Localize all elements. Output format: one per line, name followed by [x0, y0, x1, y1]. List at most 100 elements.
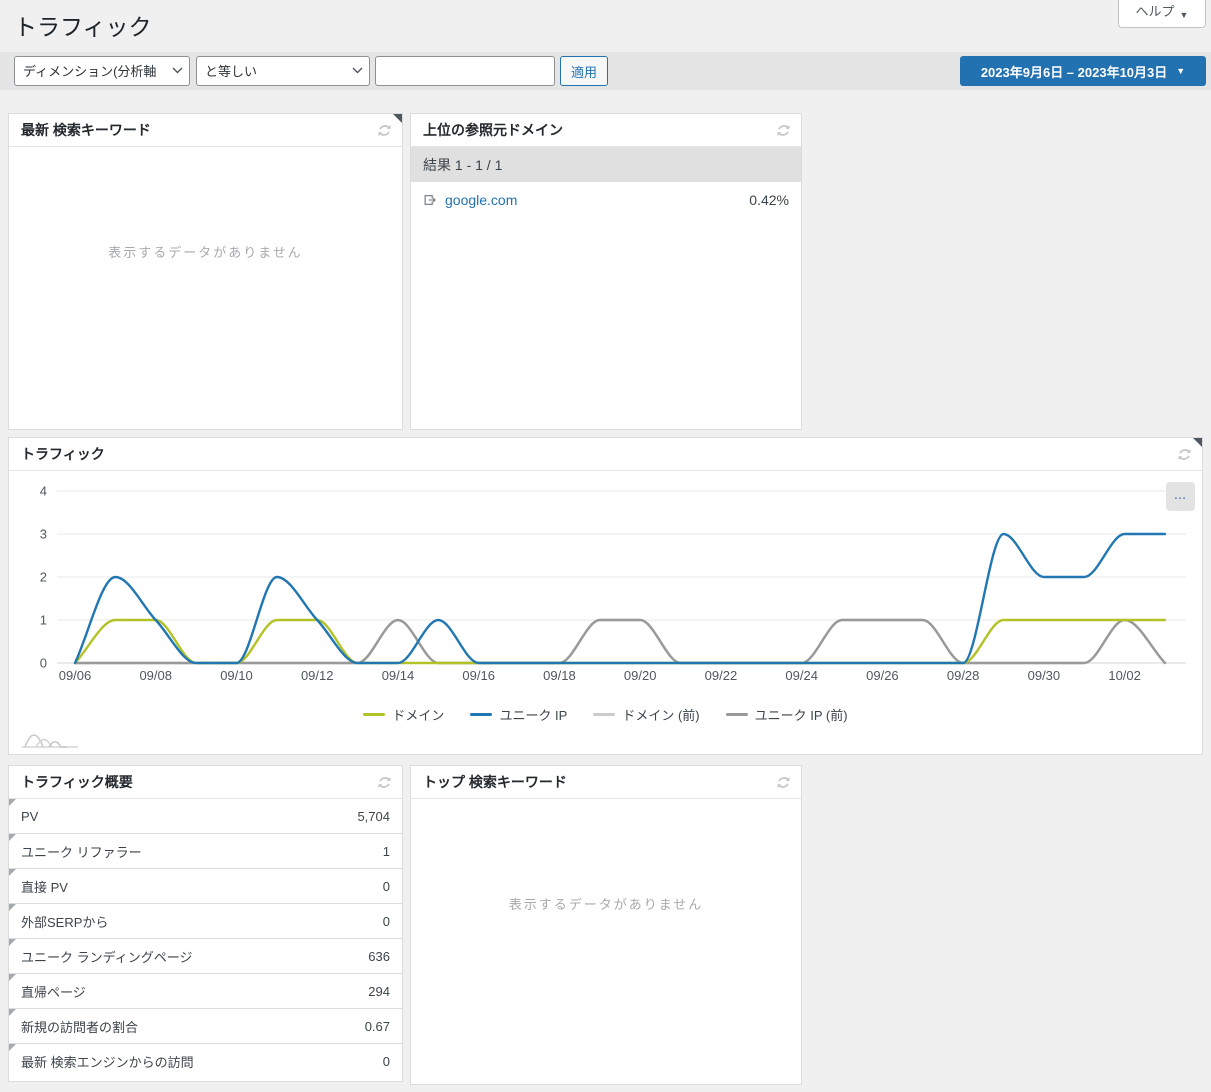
summary-row: 直接 PV0 — [9, 869, 402, 904]
apply-button[interactable]: 適用 — [560, 56, 608, 86]
operator-select[interactable]: と等しい — [196, 56, 370, 86]
summary-metric-value: 0 — [383, 914, 390, 929]
summary-table: PV5,704ユニーク リファラー1直接 PV0外部SERPから0ユニーク ラン… — [9, 799, 402, 1079]
legend-label: ドメイン (前) — [622, 705, 699, 724]
legend-marker — [726, 713, 748, 716]
filter-bar: ディメンション(分析軸 と等しい 適用 2023年9月6日 – 2023年10月… — [0, 52, 1211, 90]
summary-metric-value: 5,704 — [357, 809, 390, 824]
legend-label: ユニーク IP — [499, 705, 567, 724]
refresh-icon[interactable] — [776, 123, 791, 138]
chart-legend: ドメイン ユニーク IP ドメイン (前) ユニーク IP (前) — [9, 705, 1202, 724]
summary-metric-label: ユニーク ランディングページ — [21, 947, 192, 966]
legend-item[interactable]: ユニーク IP (前) — [726, 705, 848, 724]
x-axis-tick-label: 09/26 — [866, 668, 899, 683]
legend-label: ユニーク IP (前) — [755, 705, 848, 724]
summary-metric-label: 新規の訪問者の割合 — [21, 1017, 138, 1036]
date-range-button[interactable]: 2023年9月6日 – 2023年10月3日 ▼ — [960, 56, 1206, 86]
dimension-select[interactable]: ディメンション(分析軸 — [14, 56, 190, 86]
x-axis-tick-label: 09/10 — [220, 668, 253, 683]
help-button[interactable]: ヘルプ ▼ — [1118, 0, 1206, 28]
panel-header: 上位の参照元ドメイン — [411, 114, 801, 147]
x-axis-tick-label: 09/08 — [139, 668, 172, 683]
referrer-list: google.com 0.42% — [411, 182, 801, 217]
panel-title: 上位の参照元ドメイン — [423, 120, 563, 140]
x-axis-tick-label: 09/18 — [543, 668, 576, 683]
legend-label: ドメイン — [392, 705, 444, 724]
y-axis-tick-label: 0 — [40, 656, 47, 671]
legend-marker — [593, 713, 615, 716]
x-axis-tick-label: 09/12 — [301, 668, 334, 683]
panel-title: トラフィック — [21, 444, 105, 464]
dimension-select-wrap: ディメンション(分析軸 — [14, 56, 190, 86]
panel-title: トラフィック概要 — [21, 772, 133, 792]
x-axis-tick-label: 09/28 — [947, 668, 980, 683]
panel-top-keywords: トップ 検索キーワード 表示するデータがありません — [410, 765, 802, 1085]
summary-metric-label: 最新 検索エンジンからの訪問 — [21, 1052, 194, 1071]
caret-down-icon: ▼ — [1176, 66, 1185, 76]
chart-gridlines: 0 1 2 3 4 — [40, 484, 1186, 671]
summary-row: PV5,704 — [9, 799, 402, 834]
summary-row: ユニーク リファラー 1 — [9, 834, 402, 869]
legend-marker — [363, 713, 385, 716]
refresh-icon[interactable] — [377, 775, 392, 790]
panel-header: トラフィック概要 — [9, 766, 402, 799]
row-fold-icon — [9, 834, 16, 841]
page-title: トラフィック — [14, 8, 152, 42]
x-axis-tick-label: 09/06 — [59, 668, 92, 683]
row-fold-icon — [9, 904, 16, 911]
chart-series-1 — [75, 620, 1165, 663]
help-button-label: ヘルプ — [1136, 1, 1175, 20]
x-axis-tick-label: 09/14 — [382, 668, 415, 683]
empty-state-text: 表示するデータがありません — [411, 799, 801, 913]
refresh-icon[interactable] — [377, 123, 392, 138]
chart-series-4 — [75, 620, 1165, 663]
row-fold-icon — [9, 1009, 16, 1016]
row-fold-icon — [9, 1044, 16, 1051]
row-fold-icon — [9, 869, 16, 876]
summary-metric-label: ユニーク リファラー — [21, 842, 142, 861]
summary-metric-value: 0.67 — [365, 1019, 390, 1034]
traffic-line-chart: 0 1 2 3 4 09/06 09/08 09/10 09/12 09/14 09/16 09/18… — [9, 471, 1202, 687]
panel-traffic-chart: トラフィック 0123409/0609/0809/1009/1209/1409/… — [8, 437, 1203, 755]
y-axis-tick-label: 2 — [40, 570, 47, 585]
panel-traffic-summary: トラフィック概要 PV5,704ユニーク リファラー1直接 PV0外部SERPか… — [8, 765, 403, 1082]
panel-top-referrers: 上位の参照元ドメイン 結果 1 - 1 / 1 google.com 0.42% — [410, 113, 802, 430]
refresh-icon[interactable] — [1177, 447, 1192, 462]
panel-latest-keywords: 最新 検索キーワード 表示するデータがありません — [8, 113, 403, 430]
legend-item[interactable]: ドメイン — [363, 705, 444, 724]
panel-header: トラフィック — [9, 438, 1202, 471]
referrer-link[interactable]: google.com — [445, 192, 517, 208]
legend-item[interactable]: ユニーク IP — [470, 705, 567, 724]
referrer-share: 0.42% — [749, 192, 789, 208]
caret-down-icon: ▼ — [1180, 10, 1189, 20]
refresh-icon[interactable] — [776, 775, 791, 790]
x-axis-tick-label: 10/02 — [1108, 668, 1141, 683]
summary-row: 最新 検索エンジンからの訪問 0 — [9, 1044, 402, 1079]
referrer-row: google.com 0.42% — [411, 182, 801, 217]
summary-metric-value: 0 — [383, 1054, 390, 1069]
row-fold-icon — [9, 799, 16, 806]
x-axis-tick-label: 09/30 — [1028, 668, 1061, 683]
y-axis-tick-label: 3 — [40, 527, 47, 542]
more-options-button[interactable]: ... — [1166, 482, 1195, 511]
summary-metric-label: 直接 PV — [21, 877, 68, 896]
summary-metric-label: 直帰ページ — [21, 982, 86, 1001]
y-axis-tick-label: 1 — [40, 613, 47, 628]
summary-metric-value: 1 — [383, 844, 390, 859]
x-axis-tick-label: 09/20 — [624, 668, 657, 683]
legend-item[interactable]: ドメイン (前) — [593, 705, 699, 724]
summary-row: 新規の訪問者の割合 0.67 — [9, 1009, 402, 1044]
panel-title: トップ 検索キーワード — [423, 772, 567, 792]
operator-select-wrap: と等しい — [196, 56, 370, 86]
summary-row: 直帰ページ 294 — [9, 974, 402, 1009]
panel-header: トップ 検索キーワード — [411, 766, 801, 799]
filter-value-input[interactable] — [375, 56, 555, 86]
summary-metric-value: 294 — [368, 984, 390, 999]
chart-x-axis-labels: 09/06 09/08 09/10 09/12 09/14 09/16 09/18 09/20… — [59, 668, 1141, 683]
chart-series-2 — [75, 534, 1165, 663]
results-count: 結果 1 - 1 / 1 — [411, 147, 801, 182]
summary-row: ユニーク ランディングページ 636 — [9, 939, 402, 974]
y-axis-tick-label: 4 — [40, 484, 47, 499]
summary-metric-value: 636 — [368, 949, 390, 964]
x-axis-tick-label: 09/16 — [462, 668, 495, 683]
